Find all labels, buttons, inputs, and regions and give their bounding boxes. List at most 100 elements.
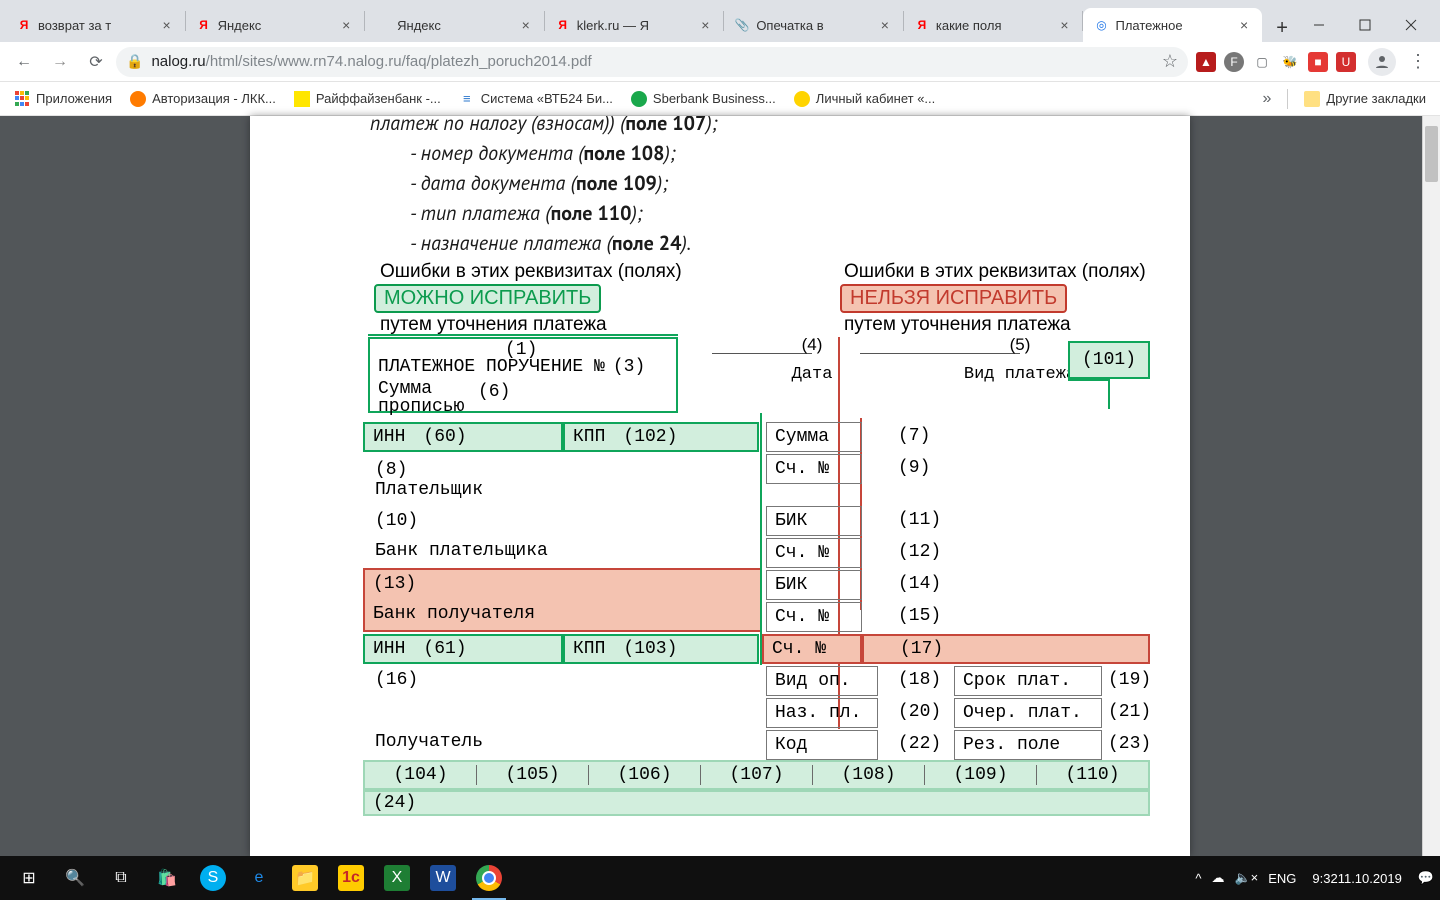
bookmark-item-0[interactable]: Авторизация - ЛКК...: [124, 89, 282, 109]
label-kod: Код: [766, 730, 878, 760]
sber-icon: [631, 91, 647, 107]
tab-4[interactable]: 📎 Опечатка в ×: [724, 8, 903, 42]
label-sch-15: Сч. №: [766, 602, 862, 632]
tab-6[interactable]: ◎ Платежное ×: [1083, 8, 1262, 42]
field-105: (105): [476, 765, 588, 785]
tray-overflow[interactable]: ^: [1195, 856, 1201, 900]
close-icon[interactable]: ×: [877, 17, 893, 33]
label-payer: Плательщик: [375, 480, 483, 500]
tab-title: Опечатка в: [756, 18, 871, 33]
ie-button[interactable]: e: [236, 856, 282, 900]
field-8: (8): [375, 460, 407, 480]
chrome-menu-button[interactable]: ⋮: [1404, 48, 1432, 76]
tab-2[interactable]: Яндекс ×: [365, 8, 544, 42]
explorer-button[interactable]: 📁: [282, 856, 328, 900]
label-nazpl: Наз. пл.: [766, 698, 878, 728]
tab-title: Платежное: [1115, 18, 1230, 33]
close-icon[interactable]: ×: [697, 17, 713, 33]
field-108: (108): [812, 765, 924, 785]
field-24: (24): [363, 790, 1150, 816]
field-106: (106): [588, 765, 700, 785]
bookmark-label: Система «ВТБ24 Би...: [481, 91, 613, 106]
bookmark-item-1[interactable]: Райффайзенбанк -...: [288, 89, 447, 109]
bookmarks-bar: Приложения Авторизация - ЛКК... Райффайз…: [0, 82, 1440, 116]
label-sch-12: Сч. №: [766, 538, 862, 568]
address-bar[interactable]: 🔒 nalog.ru/html/sites/www.rn74.nalog.ru/…: [116, 47, 1188, 77]
bookmark-item-4[interactable]: Личный кабинет «...: [788, 89, 941, 109]
word-icon: W: [430, 865, 456, 891]
1c-button[interactable]: 1c: [328, 856, 374, 900]
tab-title: klerk.ru — Я: [577, 18, 692, 33]
store-button[interactable]: 🛍️: [144, 856, 190, 900]
excel-icon: X: [384, 865, 410, 891]
bookmarks-overflow[interactable]: »: [1256, 90, 1277, 108]
field-18: (18): [898, 670, 941, 690]
ext-panel-icon[interactable]: ▢: [1252, 52, 1272, 72]
maximize-button[interactable]: [1342, 8, 1388, 42]
volume-icon[interactable]: 🔈×: [1234, 856, 1258, 900]
close-window-button[interactable]: [1388, 8, 1434, 42]
minimize-button[interactable]: [1296, 8, 1342, 42]
search-button[interactable]: 🔍: [52, 856, 98, 900]
action-center-icon[interactable]: 💬: [1418, 856, 1434, 900]
skype-button[interactable]: S: [190, 856, 236, 900]
tab-5[interactable]: Я какие поля ×: [904, 8, 1083, 42]
ext-bee-icon[interactable]: 🐝: [1280, 52, 1300, 72]
back-button[interactable]: ←: [8, 46, 40, 78]
taskview-button[interactable]: ⧉: [98, 856, 144, 900]
folder-icon: 📁: [292, 865, 318, 891]
bookmark-label: Sberbank Business...: [653, 91, 776, 106]
lock-icon: 🔒: [126, 53, 143, 70]
bookmark-label: Авторизация - ЛКК...: [152, 91, 276, 106]
can-fix-sub: путем уточнения платежа: [380, 314, 607, 336]
word-button[interactable]: W: [420, 856, 466, 900]
chrome-button[interactable]: [466, 856, 512, 900]
cannot-fix-badge: НЕЛЬЗЯ ИСПРАВИТЬ: [840, 284, 1067, 313]
tab-title: Яндекс: [218, 18, 333, 33]
language-indicator[interactable]: ENG: [1268, 856, 1296, 900]
new-tab-button[interactable]: +: [1268, 14, 1296, 42]
field-14: (14): [898, 574, 941, 594]
pdf-page: платеж по налогу (взносам)) (поле 107); …: [250, 116, 1190, 856]
ext-red1-icon[interactable]: ■: [1308, 52, 1328, 72]
scrollbar[interactable]: [1422, 116, 1440, 856]
ext-adobe-icon[interactable]: ▲: [1196, 52, 1216, 72]
yandex-icon: Я: [196, 17, 212, 33]
close-icon[interactable]: ×: [518, 17, 534, 33]
clock[interactable]: 9:32 11.10.2019: [1306, 856, 1407, 900]
forward-button[interactable]: →: [44, 46, 76, 78]
tab-0[interactable]: Я возврат за т ×: [6, 8, 185, 42]
label-sch-9: Сч. №: [766, 454, 862, 484]
field-23: (23): [1108, 734, 1151, 754]
ext-red2-icon[interactable]: U: [1336, 52, 1356, 72]
label-recv: Получатель: [375, 732, 483, 752]
ext-f-icon[interactable]: F: [1224, 52, 1244, 72]
tab-1[interactable]: Я Яндекс ×: [186, 8, 365, 42]
label-ocher: Очер. плат.: [954, 698, 1102, 728]
tab-3[interactable]: Я klerk.ru — Я ×: [545, 8, 724, 42]
field-20: (20): [898, 702, 941, 722]
close-icon[interactable]: ×: [159, 17, 175, 33]
start-button[interactable]: ⊞: [6, 856, 52, 900]
profile-avatar[interactable]: [1368, 48, 1396, 76]
field-kpp-102: КПП(102): [563, 422, 759, 452]
excel-button[interactable]: X: [374, 856, 420, 900]
ie-icon: e: [246, 865, 272, 891]
bookmark-item-2[interactable]: ≡Система «ВТБ24 Би...: [453, 89, 619, 109]
close-icon[interactable]: ×: [1236, 17, 1252, 33]
label-summa: Сумма: [766, 422, 862, 452]
close-icon[interactable]: ×: [1056, 17, 1072, 33]
close-icon[interactable]: ×: [338, 17, 354, 33]
field-15: (15): [898, 606, 941, 626]
bookmark-label: Личный кабинет «...: [816, 91, 935, 106]
scroll-thumb[interactable]: [1425, 126, 1438, 182]
field-21: (21): [1108, 702, 1151, 722]
bookmark-star-icon[interactable]: ☆: [1162, 51, 1178, 72]
field-22: (22): [898, 734, 941, 754]
apps-button[interactable]: Приложения: [8, 89, 118, 109]
pdf-icon: ◎: [1093, 17, 1109, 33]
reload-button[interactable]: ⟳: [80, 46, 112, 78]
onedrive-icon[interactable]: ☁: [1211, 856, 1224, 900]
bookmark-item-3[interactable]: Sberbank Business...: [625, 89, 782, 109]
other-bookmarks[interactable]: Другие закладки: [1298, 89, 1432, 109]
